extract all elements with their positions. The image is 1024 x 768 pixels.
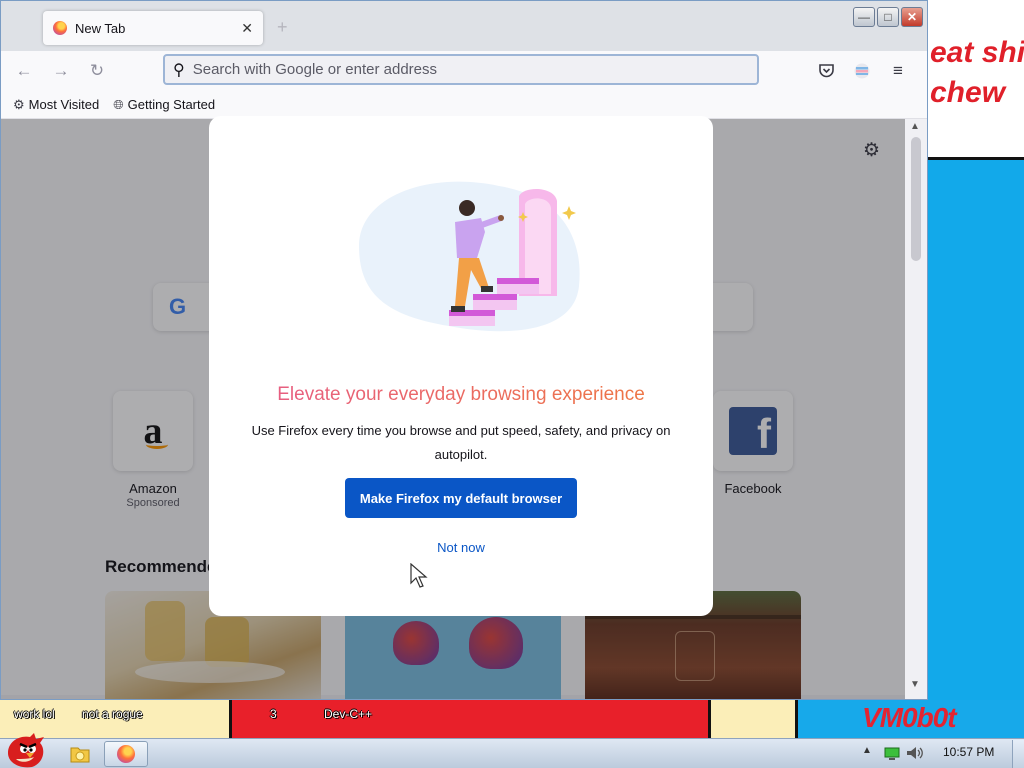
reload-icon[interactable]: ↻ xyxy=(86,60,108,82)
forward-arrow-icon[interactable]: → xyxy=(50,60,72,82)
address-bar-placeholder: Search with Google or enter address xyxy=(192,61,438,78)
stairs-illustration-icon xyxy=(359,181,580,332)
bookmark-label: Most Visited xyxy=(28,97,100,112)
scrollbar[interactable]: ▲ ▼ xyxy=(905,119,927,695)
globe-icon: 🌐︎ xyxy=(113,96,124,112)
close-tab-icon[interactable]: ✕ xyxy=(241,20,253,37)
pocket-icon[interactable] xyxy=(815,60,837,82)
network-icon[interactable] xyxy=(884,747,900,764)
set-default-browser-button[interactable]: Make Firefox my default browser xyxy=(345,478,577,518)
wallpaper-scrawl-line1: eat shit xyxy=(930,36,1024,69)
taskbar-explorer[interactable] xyxy=(62,741,98,767)
show-hidden-icons-icon[interactable]: ▲ xyxy=(862,745,872,756)
desktop-icon-label[interactable]: not a rogue xyxy=(82,707,143,721)
bookmark-most-visited[interactable]: ⚙ Most Visited xyxy=(13,97,99,113)
maximize-button[interactable]: □ xyxy=(877,7,899,27)
start-button-bird-icon[interactable] xyxy=(4,731,48,768)
scroll-up-icon[interactable]: ▲ xyxy=(910,121,920,132)
bookmark-label: Getting Started xyxy=(127,97,216,112)
bookmarks-toolbar: ⚙ Most Visited 🌐︎ Getting Started xyxy=(1,91,927,119)
firefox-icon xyxy=(53,21,67,35)
wallpaper-scrawl-line2: chew xyxy=(930,76,1006,109)
not-now-button[interactable]: Not now xyxy=(209,540,713,555)
back-arrow-icon[interactable]: ← xyxy=(13,60,35,82)
taskbar-firefox[interactable] xyxy=(104,741,148,767)
account-icon[interactable] xyxy=(851,60,873,82)
system-clock[interactable]: 10:57 PM xyxy=(943,745,994,759)
volume-icon[interactable] xyxy=(906,746,924,763)
close-window-button[interactable]: ✕ xyxy=(901,7,923,27)
mouse-cursor-icon xyxy=(410,563,428,588)
folder-icon xyxy=(70,747,90,763)
firefox-icon xyxy=(117,745,135,763)
scrollbar-thumb[interactable] xyxy=(911,137,921,261)
tab-new-tab[interactable]: New Tab ✕ xyxy=(43,11,263,45)
dialog-body: Use Firefox every time you browse and pu… xyxy=(251,423,671,462)
dialog-title: Elevate your everyday browsing experienc… xyxy=(209,384,713,406)
desktop-icon-label[interactable]: work lol xyxy=(14,707,55,721)
bookmark-getting-started[interactable]: 🌐︎ Getting Started xyxy=(113,97,215,113)
navigation-toolbar: ← → ↻ ⚲ Search with Google or enter addr… xyxy=(1,51,927,91)
scroll-down-icon[interactable]: ▼ xyxy=(910,679,920,690)
new-tab-button[interactable]: + xyxy=(277,17,288,38)
menu-icon[interactable]: ≡ xyxy=(887,60,909,82)
title-bar: New Tab ✕ + — □ ✕ xyxy=(1,1,927,51)
watermark: VM0b0t xyxy=(862,702,957,733)
window-controls: — □ ✕ xyxy=(853,7,923,27)
wallpaper-shape xyxy=(708,700,798,738)
gear-icon: ⚙ xyxy=(13,96,25,112)
search-icon: ⚲ xyxy=(173,61,185,79)
address-bar[interactable]: ⚲ Search with Google or enter address xyxy=(163,54,759,85)
desktop-icon-label[interactable]: Dev-C++ xyxy=(324,707,372,721)
tab-title: New Tab xyxy=(75,20,126,36)
default-browser-dialog: Elevate your everyday browsing experienc… xyxy=(209,116,713,616)
show-desktop-button[interactable] xyxy=(1012,740,1024,768)
minimize-button[interactable]: — xyxy=(853,7,875,27)
desktop-icon-label[interactable]: 3 xyxy=(270,707,277,721)
